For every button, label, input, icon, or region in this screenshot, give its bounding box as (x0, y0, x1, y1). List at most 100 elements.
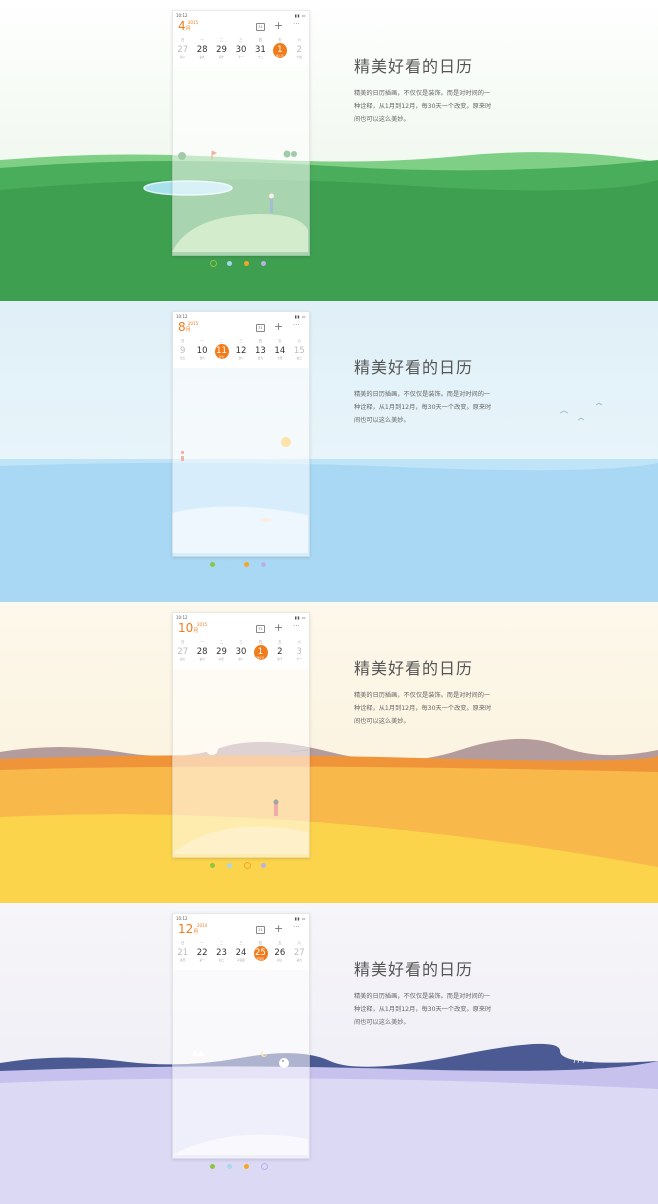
year-label: 2014 (197, 923, 208, 928)
date-cell[interactable]: 15 初二 (290, 345, 309, 365)
page-dot[interactable] (210, 1164, 215, 1169)
calendar-icon[interactable]: 31 (256, 324, 265, 332)
weekday-row: 日一二三四五六 (173, 941, 309, 946)
season-panel-3: 10:12 ▮▮ ▭ 10月 2015 31 + ··· 日一二三四五六 27 初… (0, 602, 658, 903)
calendar-header: 10:12 ▮▮ ▭ 8月 2015 31 + ··· 日一二三四五六 9 廿五 1… (173, 312, 309, 368)
date-cell[interactable]: 9 廿五 (173, 345, 192, 365)
page-dot[interactable] (227, 261, 232, 266)
calendar-header: 10:12 ▮▮ ▭ 4月 2015 31 + ··· 日一二三四五六 27 初八… (173, 11, 309, 67)
lunar-label: 初八 (238, 658, 244, 661)
date-cell[interactable]: 12 廿八 (231, 345, 250, 365)
more-icon[interactable]: ··· (293, 21, 300, 28)
date-cell-selected[interactable]: 1 国庆节 (251, 645, 270, 666)
calendar-icon[interactable]: 31 (256, 926, 265, 934)
page-dot[interactable] (227, 561, 234, 568)
lunar-label: 廿六 (199, 357, 205, 360)
page-dot[interactable] (261, 562, 266, 567)
date-row: 9 廿五 10 廿六 11 廿七 12 廿八 13 廿九 14 七月 15 初二 (173, 344, 309, 365)
page-dot[interactable] (210, 260, 217, 267)
plus-icon[interactable]: + (274, 20, 283, 31)
plus-icon[interactable]: + (274, 321, 283, 332)
page-dot[interactable] (227, 863, 232, 868)
month-unit: 月 (185, 327, 191, 333)
weekday-label: 一 (200, 339, 204, 343)
page-dot[interactable] (210, 863, 215, 868)
date-cell-selected[interactable]: 11 廿七 (212, 344, 231, 365)
date-number: 26 (274, 948, 286, 958)
status-time: 10:12 (176, 615, 188, 620)
date-cell[interactable]: 14 七月 (270, 345, 289, 365)
date-cell[interactable]: 3 十一 (290, 646, 309, 666)
season-illustration (0, 0, 658, 301)
weekday-label: 日 (180, 640, 185, 644)
year-label: 2015 (188, 20, 199, 25)
lunar-label: 七月 (277, 357, 283, 360)
calendar-header: 10:12 ▮▮ ▭ 12月 2014 31 + ··· 日一二三四五六 21 冬… (173, 914, 309, 970)
date-cell[interactable]: 28 初六 (192, 646, 211, 666)
date-cell[interactable]: 26 初五 (270, 947, 289, 967)
page-dot[interactable] (227, 1164, 232, 1169)
date-number: 2 (277, 647, 283, 657)
calendar-icon[interactable]: 31 (256, 625, 265, 633)
date-cell-selected[interactable]: 25 圣诞节 (251, 946, 270, 967)
date-number: 2 (296, 45, 302, 55)
date-cell[interactable]: 27 初六 (290, 947, 309, 967)
page-dot[interactable] (244, 261, 249, 266)
weekday-label: 一 (200, 38, 204, 42)
weekday-row: 日一二三四五六 (173, 339, 309, 344)
date-cell[interactable]: 10 廿六 (192, 345, 211, 365)
lunar-label: 廿五 (180, 357, 186, 360)
lunar-label: 初七 (218, 658, 225, 661)
calendar-icon[interactable]: 31 (256, 23, 265, 31)
date-cell-selected[interactable]: 1 愚人节 (270, 43, 289, 64)
status-time: 10:12 (176, 314, 188, 319)
page-dot[interactable] (244, 862, 251, 869)
date-cell[interactable]: 29 初七 (212, 646, 231, 666)
tagline-title: 精美好看的日历 (354, 659, 474, 678)
lunar-label: 愚人节 (275, 55, 284, 58)
lunar-label: 冬至 (180, 959, 186, 962)
date-cell[interactable]: 31 十二 (251, 44, 270, 64)
date-cell[interactable]: 22 初一 (192, 947, 211, 967)
date-cell[interactable]: 27 初八 (173, 44, 192, 64)
date-cell[interactable]: 2 初十 (270, 646, 289, 666)
page-dot[interactable] (261, 1163, 268, 1170)
page-indicator (210, 561, 270, 568)
phone-mockup: 10:12 ▮▮ ▭ 10月 2015 31 + ··· 日一二三四五六 27 初… (172, 612, 310, 858)
weekday-label: 三 (239, 941, 243, 945)
page-dot[interactable] (210, 562, 215, 567)
weekday-label: 五 (278, 339, 282, 343)
date-cell[interactable]: 30 十一 (231, 44, 250, 64)
page-dot[interactable] (244, 562, 249, 567)
date-number: 15 (293, 346, 305, 356)
date-cell[interactable]: 28 初九 (192, 44, 211, 64)
date-row: 21 冬至 22 初一 23 初二 24 平安夜 25 圣诞节 26 初五 27 初六 (173, 946, 309, 967)
date-cell[interactable]: 13 廿九 (251, 345, 270, 365)
more-icon[interactable]: ··· (293, 924, 300, 931)
lunar-label: 十一 (296, 658, 302, 661)
plus-icon[interactable]: + (274, 622, 283, 633)
date-cell[interactable]: 30 初八 (231, 646, 250, 666)
weekday-label: 三 (239, 38, 243, 42)
date-cell[interactable]: 23 初二 (212, 947, 231, 967)
lunar-label: 初八 (180, 56, 186, 59)
more-icon[interactable]: ··· (293, 322, 300, 329)
plus-icon[interactable]: + (274, 923, 283, 934)
page-dot[interactable] (261, 261, 266, 266)
lunar-label: 初十 (277, 658, 283, 661)
date-cell[interactable]: 29 初十 (212, 44, 231, 64)
page-dot[interactable] (261, 863, 266, 868)
weekday-label: 二 (219, 941, 224, 945)
date-cell[interactable]: 27 初五 (173, 646, 192, 666)
lunar-label: 圣诞节 (256, 958, 265, 961)
more-icon[interactable]: ··· (293, 623, 300, 630)
page-dot[interactable] (244, 1164, 249, 1169)
date-number: 30 (235, 647, 247, 657)
weekday-label: 六 (297, 38, 301, 42)
date-cell[interactable]: 24 平安夜 (231, 947, 250, 967)
lunar-label: 初六 (199, 658, 205, 661)
month-number: 12 (178, 922, 194, 936)
season-illustration (0, 301, 658, 602)
date-cell[interactable]: 2 十四 (290, 44, 309, 64)
date-cell[interactable]: 21 冬至 (173, 947, 192, 967)
